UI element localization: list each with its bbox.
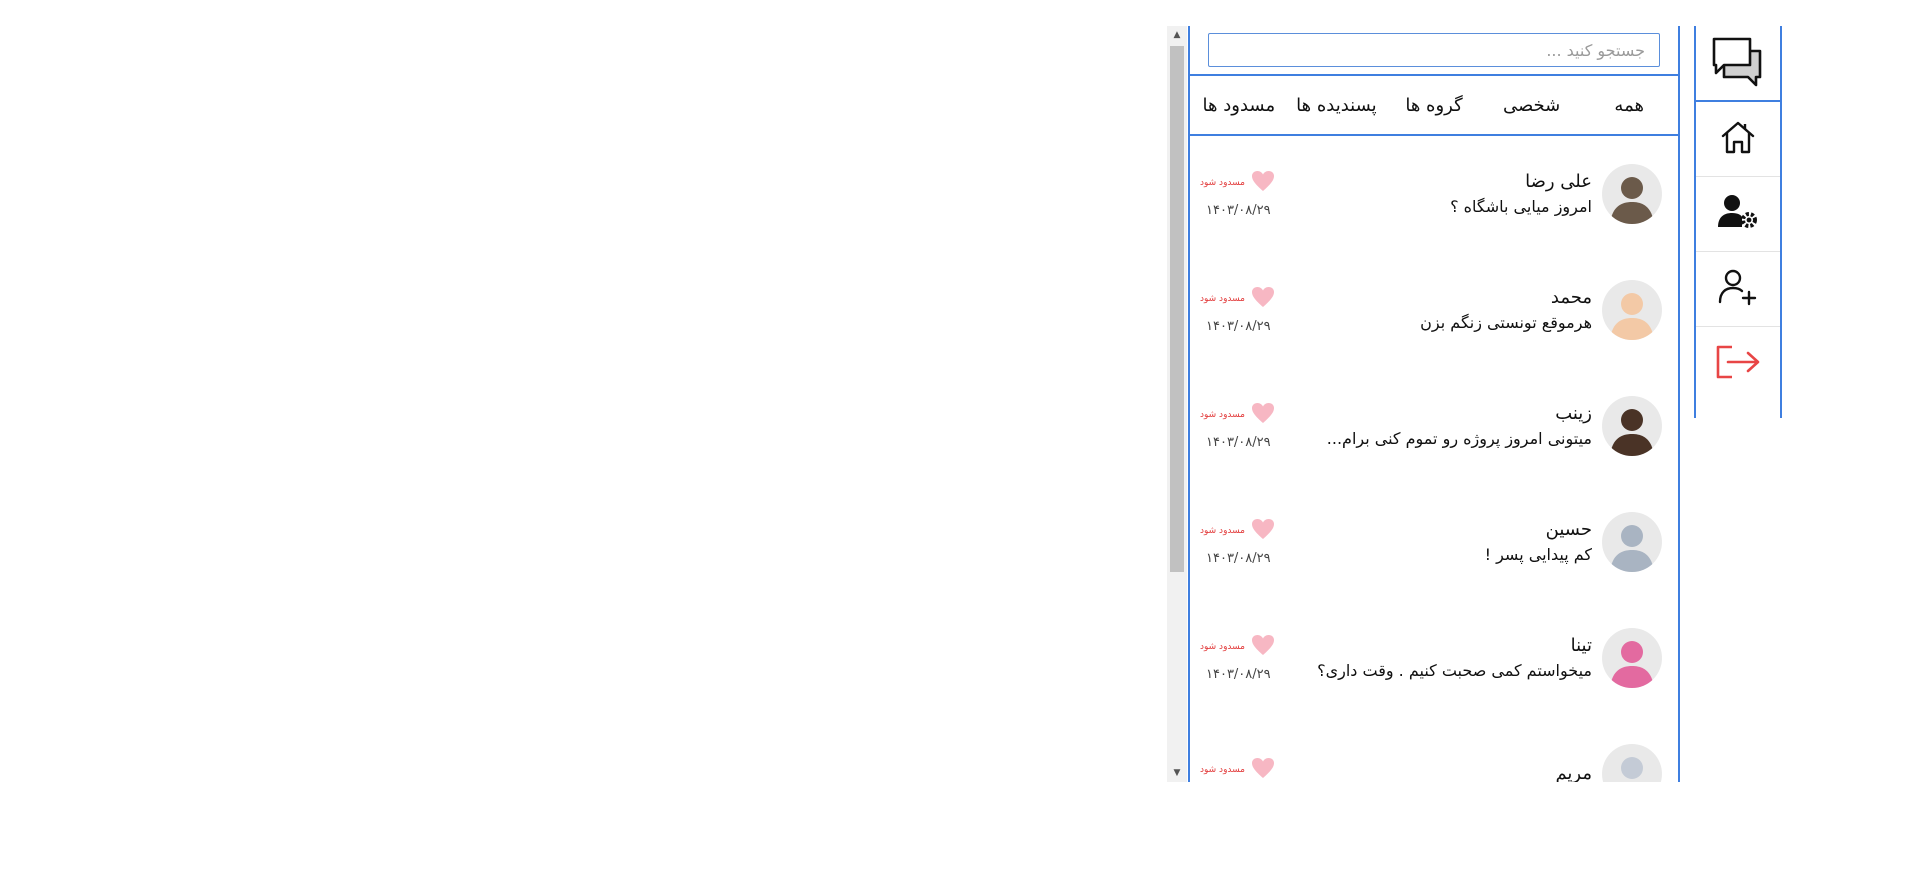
chat-meta: مسدود شود ۱۴۰۳/۰۸/۲۹	[1200, 402, 1282, 450]
chat-list-item[interactable]: محمد هرموقع تونستی زنگم بزن مسدود شود ۱۴…	[1190, 252, 1678, 368]
last-message: میتونی امروز پروژه رو تموم کنی برام...	[1326, 429, 1592, 448]
avatar[interactable]	[1602, 628, 1662, 688]
message-date: ۱۴۰۳/۰۸/۲۹	[1206, 434, 1271, 450]
block-button[interactable]: مسدود شود	[1200, 178, 1245, 188]
avatar-head	[1621, 525, 1643, 547]
contact-name: تینا	[1570, 635, 1592, 656]
avatar-head	[1621, 409, 1643, 431]
avatar-head	[1621, 641, 1643, 663]
tab-groups[interactable]: گروه ها	[1385, 95, 1483, 116]
heart-icon[interactable]	[1251, 402, 1275, 428]
message-date: ۱۴۰۳/۰۸/۲۹	[1206, 202, 1271, 218]
chat-list-item[interactable]: مریم مسدود شود	[1190, 716, 1678, 782]
chat-list-item[interactable]: تینا میخواستم کمی صحبت کنیم . وقت داری؟ …	[1190, 600, 1678, 716]
scrollbar[interactable]: ▲ ▼	[1167, 26, 1187, 782]
block-button[interactable]: مسدود شود	[1200, 765, 1245, 775]
chat-text: علی رضا امروز میایی باشگاه ؟	[1282, 169, 1592, 219]
chat-list-item[interactable]: حسین کم پیدایی پسر ! مسدود شود ۱۴۰۳/۰۸/۲…	[1190, 484, 1678, 600]
chat-text: مریم	[1282, 761, 1592, 782]
chat-text: محمد هرموقع تونستی زنگم بزن	[1282, 285, 1592, 335]
app-logo	[1696, 26, 1780, 102]
filter-tabs: همه شخصی گروه ها پسندیده ها مسدود ها	[1190, 76, 1678, 136]
last-message: امروز میایی باشگاه ؟	[1450, 197, 1592, 216]
avatar[interactable]	[1602, 512, 1662, 572]
avatar[interactable]	[1602, 164, 1662, 224]
chat-text: حسین کم پیدایی پسر !	[1282, 517, 1592, 567]
chat-meta: مسدود شود ۱۴۰۳/۰۸/۲۹	[1200, 170, 1282, 218]
block-button[interactable]: مسدود شود	[1200, 410, 1245, 420]
add-user-icon	[1718, 268, 1758, 310]
last-message: میخواستم کمی صحبت کنیم . وقت داری؟	[1317, 661, 1592, 680]
chat-list-panel: همه شخصی گروه ها پسندیده ها مسدود ها علی…	[1188, 26, 1680, 782]
contact-name: حسین	[1545, 519, 1592, 540]
last-message: هرموقع تونستی زنگم بزن	[1420, 313, 1592, 332]
block-button[interactable]: مسدود شود	[1200, 526, 1245, 536]
scroll-thumb[interactable]	[1170, 46, 1184, 572]
tab-all[interactable]: همه	[1580, 95, 1678, 116]
icon-rail	[1694, 26, 1782, 418]
heart-icon[interactable]	[1251, 518, 1275, 544]
heart-icon[interactable]	[1251, 634, 1275, 660]
avatar-head	[1621, 757, 1643, 779]
chat-bubbles-icon	[1710, 35, 1766, 91]
heart-icon[interactable]	[1251, 286, 1275, 312]
last-message: کم پیدایی پسر !	[1484, 545, 1592, 564]
message-date: ۱۴۰۳/۰۸/۲۹	[1206, 318, 1271, 334]
chat-list-item[interactable]: زینب میتونی امروز پروژه رو تموم کنی برام…	[1190, 368, 1678, 484]
logout-icon	[1714, 343, 1762, 385]
contact-name: علی رضا	[1525, 171, 1592, 192]
chat-text: زینب میتونی امروز پروژه رو تموم کنی برام…	[1282, 401, 1592, 451]
avatar[interactable]	[1602, 280, 1662, 340]
avatar[interactable]	[1602, 396, 1662, 456]
nav-logout[interactable]	[1696, 327, 1780, 401]
scroll-down-arrow-icon[interactable]: ▼	[1167, 764, 1187, 782]
chat-meta: مسدود شود	[1200, 758, 1282, 782]
avatar[interactable]	[1602, 744, 1662, 782]
block-button[interactable]: مسدود شود	[1200, 294, 1245, 304]
contact-name: زینب	[1555, 403, 1592, 424]
avatar-head	[1621, 177, 1643, 199]
tab-personal[interactable]: شخصی	[1483, 95, 1581, 116]
contact-name: محمد	[1550, 287, 1592, 308]
message-date: ۱۴۰۳/۰۸/۲۹	[1206, 666, 1271, 682]
home-icon	[1719, 118, 1757, 160]
tab-favorites[interactable]: پسندیده ها	[1288, 95, 1386, 116]
chat-meta: مسدود شود ۱۴۰۳/۰۸/۲۹	[1200, 286, 1282, 334]
message-date: ۱۴۰۳/۰۸/۲۹	[1206, 550, 1271, 566]
nav-add-user[interactable]	[1696, 252, 1780, 327]
contact-name: مریم	[1555, 763, 1592, 782]
heart-icon[interactable]	[1251, 757, 1275, 782]
heart-icon[interactable]	[1251, 170, 1275, 196]
chat-text: تینا میخواستم کمی صحبت کنیم . وقت داری؟	[1282, 633, 1592, 683]
chat-meta: مسدود شود ۱۴۰۳/۰۸/۲۹	[1200, 634, 1282, 682]
chat-list: علی رضا امروز میایی باشگاه ؟ مسدود شود ۱…	[1190, 136, 1678, 782]
user-settings-icon	[1718, 193, 1758, 235]
search-input[interactable]	[1208, 33, 1660, 67]
scroll-up-arrow-icon[interactable]: ▲	[1167, 26, 1187, 44]
tab-blocked[interactable]: مسدود ها	[1190, 95, 1288, 116]
nav-home[interactable]	[1696, 102, 1780, 177]
nav-user-settings[interactable]	[1696, 177, 1780, 252]
avatar-head	[1621, 293, 1643, 315]
chat-meta: مسدود شود ۱۴۰۳/۰۸/۲۹	[1200, 518, 1282, 566]
search-bar	[1190, 26, 1678, 76]
chat-list-item[interactable]: علی رضا امروز میایی باشگاه ؟ مسدود شود ۱…	[1190, 136, 1678, 252]
block-button[interactable]: مسدود شود	[1200, 642, 1245, 652]
